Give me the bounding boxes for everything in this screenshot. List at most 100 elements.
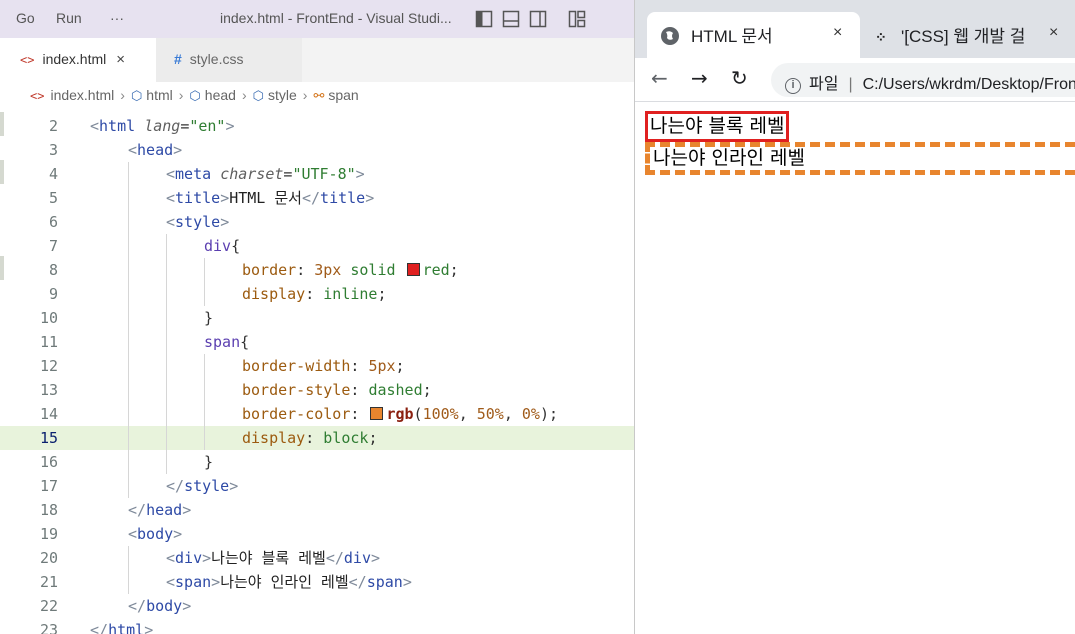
token-tag: html: [99, 117, 136, 135]
code-line[interactable]: 18 </head>: [0, 498, 634, 522]
indent-guide: [128, 570, 129, 594]
code-line[interactable]: 15 display: block;: [0, 426, 634, 450]
line-number: 7: [48, 237, 58, 255]
code-line[interactable]: 13 border-style: dashed;: [0, 378, 634, 402]
code-line[interactable]: 21 <span>나는야 인라인 레벨</span>: [0, 570, 634, 594]
code-line[interactable]: 14 border-color: rgb(100%, 50%, 0%);: [0, 402, 634, 426]
code-line[interactable]: 16}: [0, 450, 634, 474]
token-punc: :: [350, 405, 369, 423]
token-text: HTML 문서: [229, 189, 302, 207]
token-bracket: >: [229, 477, 239, 495]
line-number: 23: [39, 621, 58, 634]
token-punc: ;: [368, 429, 378, 447]
breadcrumb-span[interactable]: ⚯ span: [313, 87, 358, 104]
code-line[interactable]: 8 border: 3px solid red;: [0, 258, 634, 282]
customize-layout-icon[interactable]: [568, 10, 586, 28]
close-icon[interactable]: ×: [116, 51, 125, 68]
breadcrumb-head[interactable]: ⬡ head: [189, 87, 236, 104]
code-line[interactable]: 20 <div>나는야 블록 레벨</div>: [0, 546, 634, 570]
breadcrumb-style[interactable]: ⬡ style: [253, 87, 297, 104]
indent-guide: [166, 354, 167, 378]
close-icon[interactable]: ×: [833, 24, 842, 42]
code-text: border-width: 5px;: [242, 354, 405, 378]
indent-guide: [128, 474, 129, 498]
token-val: solid: [341, 261, 405, 279]
browser-tab-active[interactable]: HTML 문서 ×: [647, 12, 860, 58]
breadcrumb-file[interactable]: <> index.html: [30, 87, 114, 103]
tab-style-css[interactable]: # style.css: [156, 38, 302, 82]
indent-guide: [128, 330, 129, 354]
line-number: 10: [39, 309, 58, 327]
token-bracket: >: [173, 141, 183, 159]
token-bracket: >: [402, 573, 412, 591]
line-number: 20: [39, 549, 58, 567]
indent-guide: [128, 258, 129, 282]
token-prop: display: [242, 429, 306, 447]
code-line[interactable]: 23 </html>: [0, 618, 634, 634]
forward-arrow-icon[interactable]: →: [691, 66, 708, 90]
code-text: div{: [204, 234, 240, 258]
color-swatch[interactable]: [370, 407, 384, 420]
indent-guide: [166, 330, 167, 354]
token-bracket: >: [355, 165, 365, 183]
token-bracket: <: [128, 525, 138, 543]
code-text: <html lang="en">: [90, 114, 235, 138]
token-prop: display: [242, 285, 306, 303]
token-val: inline: [323, 285, 378, 303]
code-line[interactable]: 7 div{: [0, 234, 634, 258]
token-punc: }: [204, 453, 214, 471]
code-line[interactable]: 19 <body>: [0, 522, 634, 546]
symbol-element-icon: ⬡: [189, 88, 201, 103]
line-number: 8: [48, 261, 58, 279]
back-arrow-icon[interactable]: ←: [651, 66, 668, 90]
toggle-panel-icon[interactable]: [502, 10, 520, 28]
chevron-right-icon: ›: [302, 87, 308, 103]
token-bracket: >: [182, 501, 192, 519]
code-editor[interactable]: 2 <html lang="en"> 3 <head> 4 <meta charset="…: [0, 114, 634, 634]
token-bracket: </: [166, 477, 185, 495]
css-file-icon: #: [174, 51, 182, 67]
code-line[interactable]: 10}: [0, 306, 634, 330]
token-tag: style: [184, 477, 230, 495]
info-icon[interactable]: i: [785, 78, 801, 94]
code-line[interactable]: 3 <head>: [0, 138, 634, 162]
tab-index-html[interactable]: <> index.html ×: [0, 38, 156, 82]
indent-guide: [128, 162, 129, 186]
code-line[interactable]: 11 span{: [0, 330, 634, 354]
browser-tab-other[interactable]: ⁘ '[CSS] 웹 개발 걸 ×: [865, 12, 1075, 58]
menu-go[interactable]: Go: [16, 10, 35, 26]
code-text: </style>: [166, 474, 238, 498]
scheme-label: 파일: [809, 76, 839, 93]
menu-run[interactable]: Run: [56, 10, 82, 26]
code-line[interactable]: 9 display: inline;: [0, 282, 634, 306]
reload-icon[interactable]: ↻: [731, 66, 748, 90]
address-bar[interactable]: i 파일 | C:/Users/wkrdm/Desktop/FrontEnd/inde…: [771, 63, 1075, 97]
indent-guide: [128, 306, 129, 330]
code-line[interactable]: 17 </style>: [0, 474, 634, 498]
token-text: 나는야 블록 레벨: [211, 549, 326, 567]
token-tag: body: [137, 525, 174, 543]
breadcrumb-html[interactable]: ⬡ html: [131, 87, 173, 104]
token-punc: ;: [395, 357, 405, 375]
toggle-secondary-sidebar-icon[interactable]: [529, 10, 547, 28]
code-text: <div>나는야 블록 레벨</div>: [166, 546, 380, 570]
token-tag: head: [137, 141, 174, 159]
indent-guide: [128, 354, 129, 378]
close-icon[interactable]: ×: [1049, 24, 1058, 42]
code-line[interactable]: 22 </body>: [0, 594, 634, 618]
token-tag: head: [146, 501, 183, 519]
code-line[interactable]: 5 <title>HTML 문서</title>: [0, 186, 634, 210]
menu-more[interactable]: ···: [110, 10, 124, 26]
indent-guide: [166, 402, 167, 426]
rendered-div-block: 나는야 블록 레벨: [645, 111, 790, 142]
code-line[interactable]: 2 <html lang="en">: [0, 114, 634, 138]
code-line[interactable]: 12 border-width: 5px;: [0, 354, 634, 378]
tab-label: index.html: [42, 51, 107, 67]
code-line[interactable]: 4 <meta charset="UTF-8">: [0, 162, 634, 186]
color-swatch[interactable]: [406, 263, 420, 276]
code-line[interactable]: 6 <style>: [0, 210, 634, 234]
toggle-primary-sidebar-icon[interactable]: [475, 10, 493, 28]
token-tag: span: [366, 573, 403, 591]
